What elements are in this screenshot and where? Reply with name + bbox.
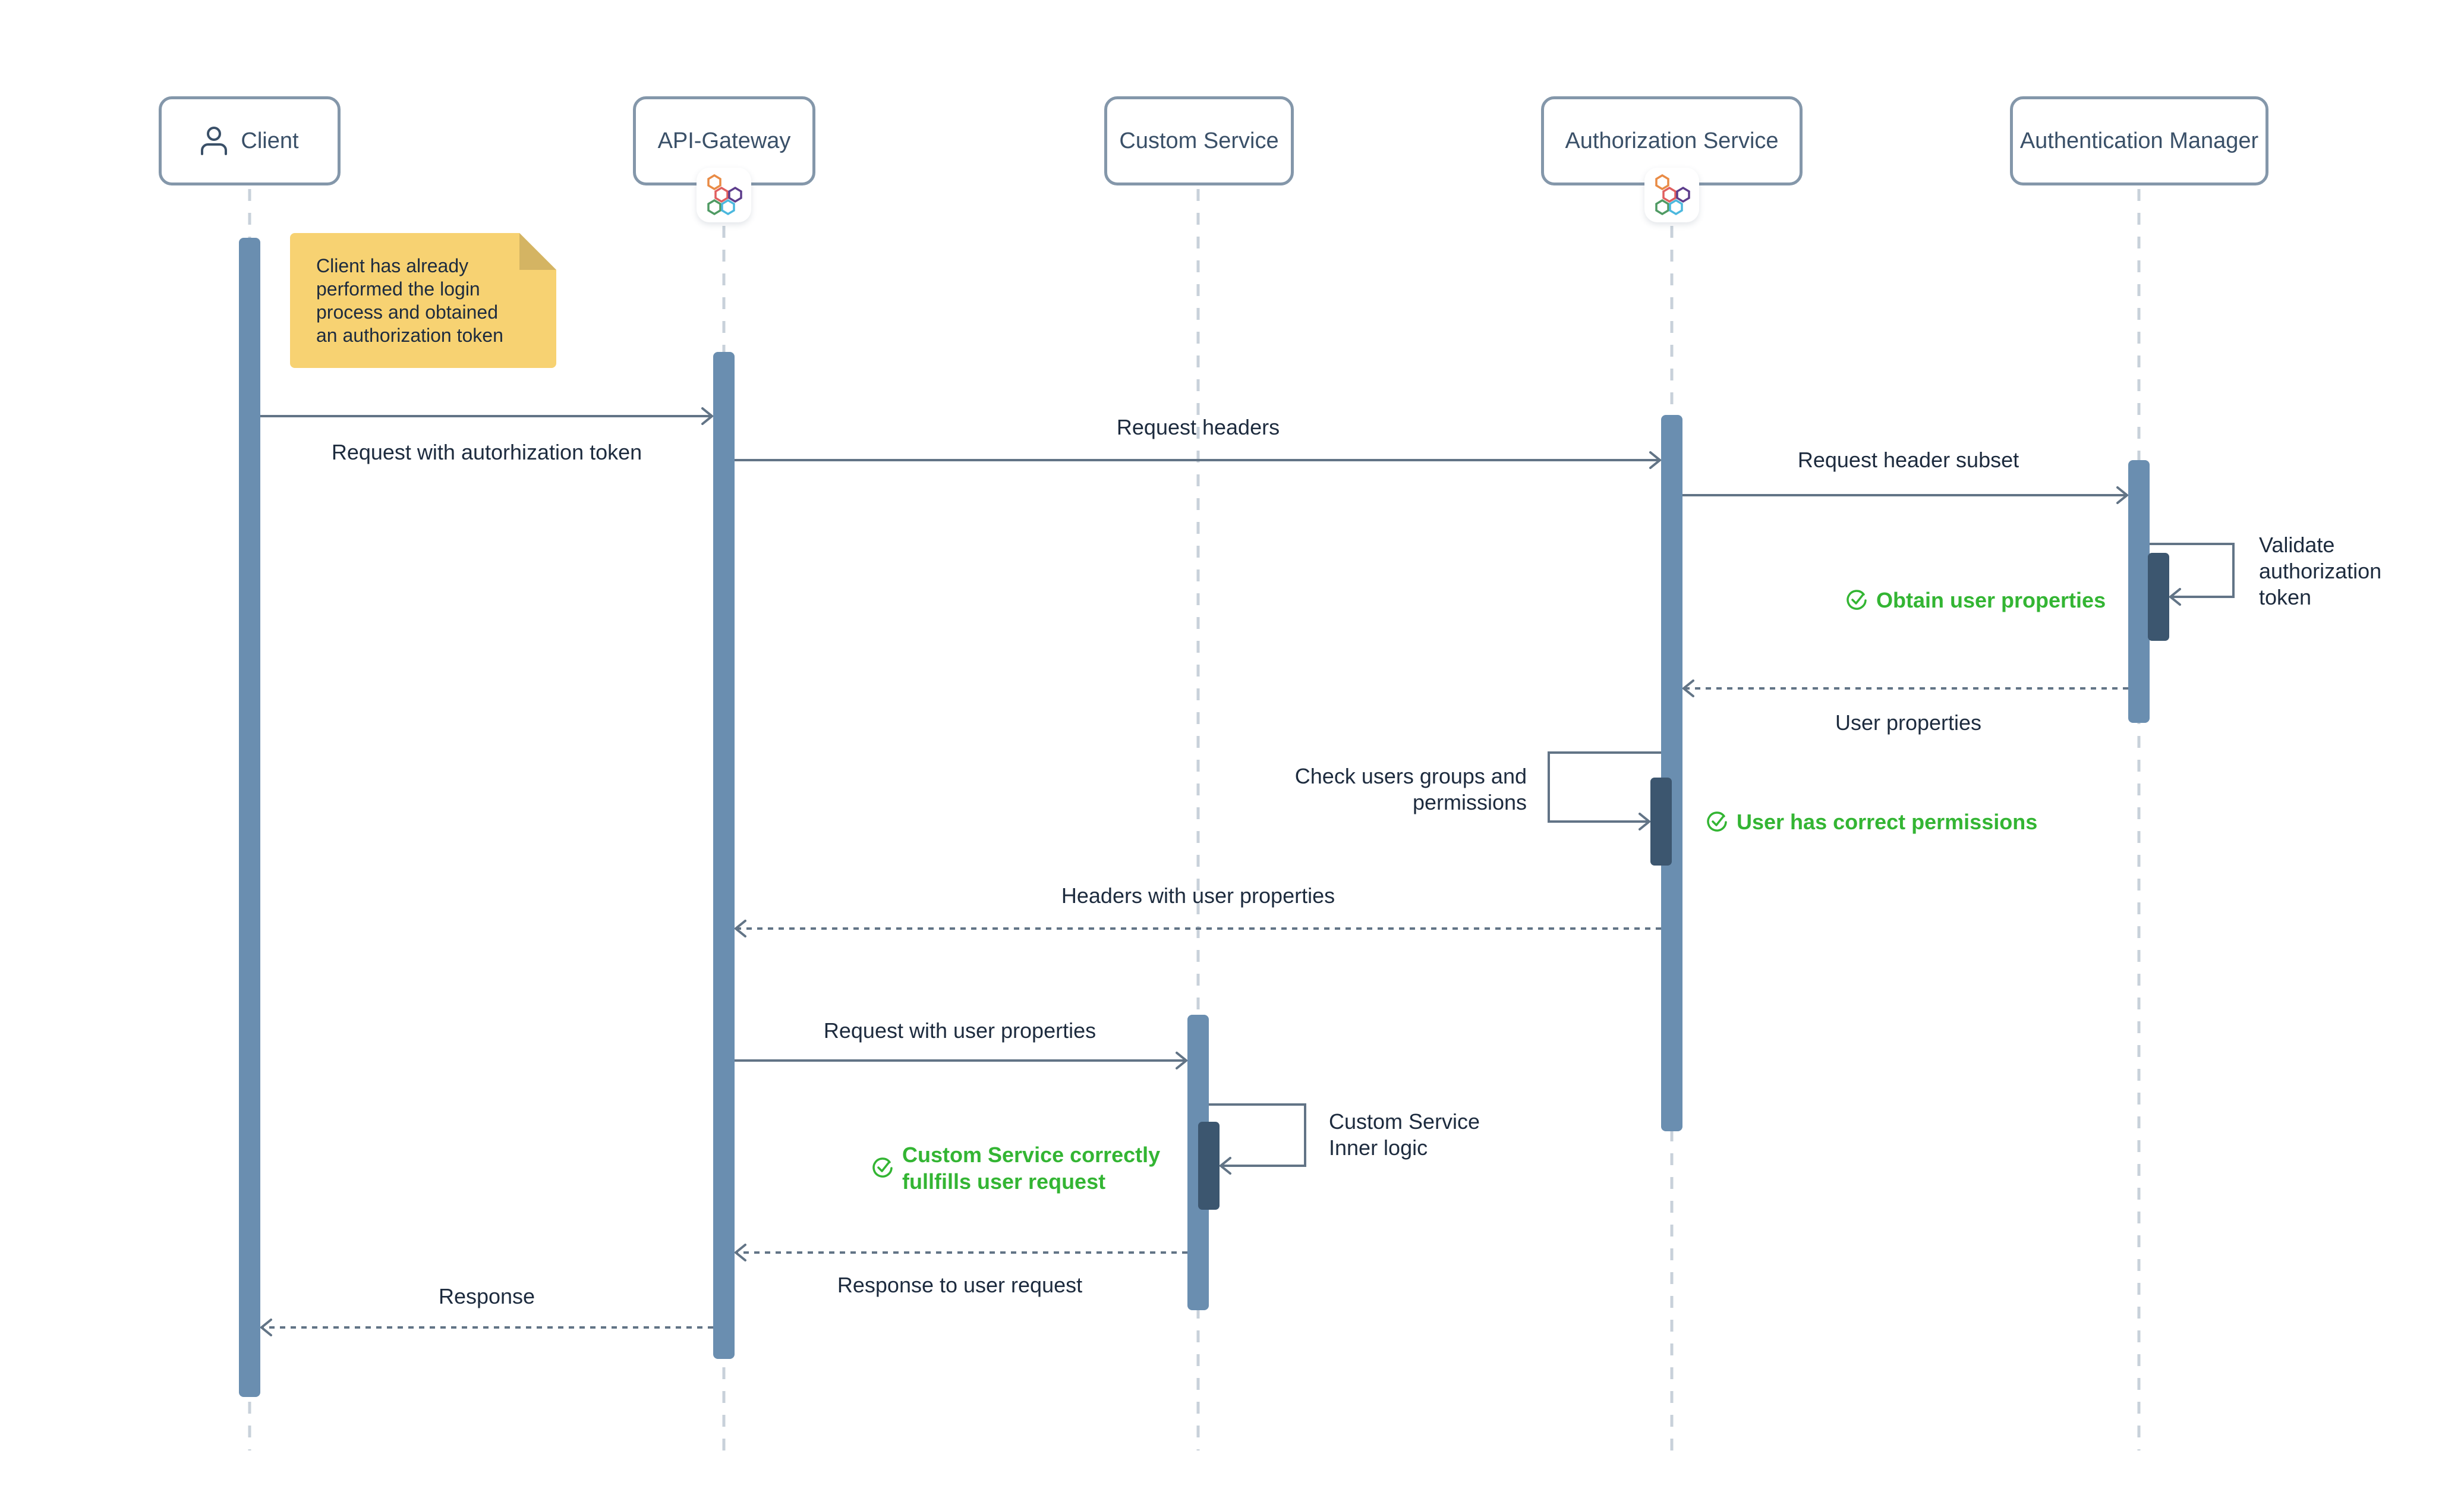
self-loop-check-permissions xyxy=(1548,751,1661,822)
activation-api-gateway xyxy=(713,352,735,1359)
hexagon-cluster-logo-api-gateway xyxy=(697,168,751,222)
message-label-response-to-user-request: Response to user request xyxy=(837,1273,1083,1297)
message-label-response: Response xyxy=(438,1284,535,1308)
outcome-text: Obtain user properties xyxy=(1876,588,2106,612)
message-label-request-with-user-properties: Request with user properties xyxy=(823,1018,1096,1043)
message-label-request-with-token: Request with autorhization token xyxy=(331,440,642,464)
nested-activation-custom-service xyxy=(1198,1122,1220,1210)
label-line: Custom Service xyxy=(1329,1109,1480,1134)
outcome-user-has-correct-permissions: User has correct permissions xyxy=(1706,808,2037,835)
message-label-request-header-subset: Request header subset xyxy=(1797,448,2019,472)
note-line: Client has already xyxy=(316,255,469,276)
label-line: Validate xyxy=(2259,533,2335,557)
label-line: Check users groups and xyxy=(1294,764,1527,788)
self-loop-label-inner-logic: Custom Service Inner logic xyxy=(1329,1109,1480,1161)
self-loop-label-check-permissions: Check users groups and permissions xyxy=(1295,763,1527,816)
check-circle-icon xyxy=(1847,589,1867,610)
note-text: Client has already performed the login p… xyxy=(316,254,542,347)
note-line: process and obtained xyxy=(316,301,498,323)
label-line: authorization xyxy=(2259,559,2382,583)
hexagon-cluster-icon xyxy=(707,174,742,216)
person-icon xyxy=(201,127,228,155)
participant-client[interactable]: Client xyxy=(159,96,341,185)
activation-client xyxy=(239,238,260,1397)
self-loop-inner-logic xyxy=(1209,1103,1306,1166)
check-circle-icon xyxy=(872,1157,893,1178)
participant-custom-service[interactable]: Custom Service xyxy=(1104,96,1294,185)
outcome-text: User has correct permissions xyxy=(1737,810,2038,834)
note-line: an authorization token xyxy=(316,325,503,346)
activation-authentication-manager xyxy=(2128,460,2150,723)
message-label-request-headers: Request headers xyxy=(1116,415,1280,439)
outcome-obtain-user-properties: Obtain user properties xyxy=(1845,587,2106,613)
activation-authorization-service xyxy=(1661,415,1682,1131)
outcome-text: fullfills user request xyxy=(902,1169,1106,1194)
message-label-headers-with-user-properties: Headers with user properties xyxy=(1061,883,1335,908)
participant-label: Authorization Service xyxy=(1565,128,1779,153)
check-circle-icon xyxy=(1707,811,1727,832)
participant-label: Custom Service xyxy=(1119,128,1279,153)
hexagon-cluster-logo-authorization-service xyxy=(1644,168,1699,222)
participant-label: Authentication Manager xyxy=(2019,128,2259,153)
message-label-user-properties: User properties xyxy=(1835,710,1982,735)
nested-activation-authorization-service xyxy=(1650,778,1672,866)
nested-activation-authentication-manager xyxy=(2148,553,2169,641)
outcome-text: Custom Service correctly xyxy=(902,1143,1161,1167)
hexagon-cluster-icon xyxy=(1655,174,1690,216)
participant-label: API-Gateway xyxy=(657,128,791,153)
label-line: token xyxy=(2259,585,2312,609)
diagram-graphics xyxy=(239,189,2235,1450)
label-line: permissions xyxy=(1412,790,1527,814)
participant-label: Client xyxy=(241,128,299,153)
outcome-custom-service-fulfills-request: Custom Service correctly fullfills user … xyxy=(871,1141,1160,1195)
note-line: performed the login xyxy=(316,278,480,300)
label-line: Inner logic xyxy=(1329,1135,1428,1160)
sequence-diagram: Client API-Gateway Custom Service Author… xyxy=(0,0,2464,1504)
participant-authentication-manager[interactable]: Authentication Manager xyxy=(2010,96,2268,185)
self-loop-label-validate-token: Validate authorization token xyxy=(2259,532,2381,611)
